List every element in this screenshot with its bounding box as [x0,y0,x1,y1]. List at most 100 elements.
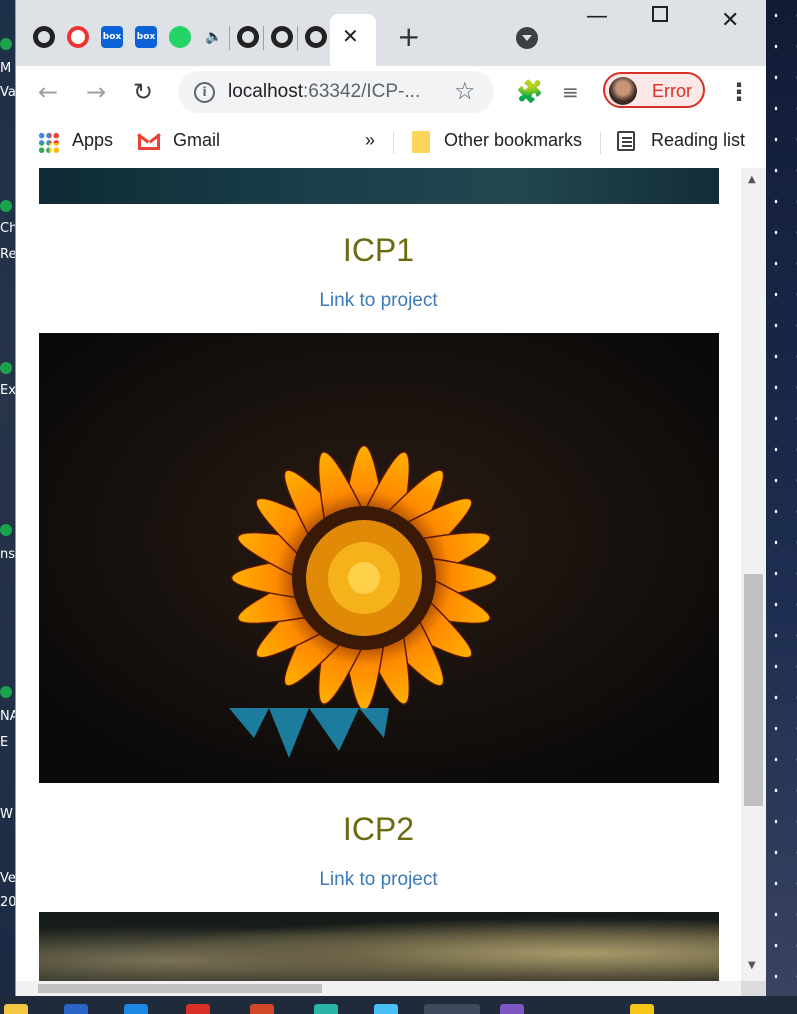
url-path: :63342/ICP-... [303,81,421,102]
desktop-label: Vel [0,871,15,886]
desktop-label: Ch [0,221,15,236]
avatar [609,77,637,105]
taskbar-app-icon[interactable] [64,1004,88,1014]
flower-illustration [39,333,719,783]
bookmarks-bar: Apps Gmail » Other bookmarks Reading lis… [16,120,766,169]
speaker-icon: 🔈 [205,29,223,45]
kebab-menu-icon[interactable]: ⋮ [727,78,751,106]
scroll-up-arrow-icon[interactable]: ▲ [748,174,756,185]
bookmark-apps[interactable]: Apps [72,130,113,151]
desktop-label: E [0,735,9,750]
profile-button[interactable]: Error [603,72,705,108]
browser-window: box box 🔈 ✕ + — ✕ ← → ↻ i localhost:6334… [15,0,766,996]
url-text: localhost:63342/ICP-... [228,81,420,103]
profile-error-label: Error [652,81,692,101]
maximize-button[interactable] [652,6,668,22]
new-tab-button[interactable]: + [397,20,420,53]
sync-check-icon [0,524,12,536]
bookmark-gmail[interactable]: Gmail [173,130,220,151]
bookmark-separator [600,132,601,154]
tab-search-button[interactable] [516,27,538,49]
tab-github[interactable] [300,14,328,66]
tab-github[interactable] [28,14,56,66]
tab-audio[interactable]: 🔈 [198,14,226,66]
taskbar-app-icon[interactable] [630,1004,654,1014]
scroll-down-arrow-icon[interactable]: ▼ [748,960,756,971]
gmail-taskbar-icon[interactable] [186,1004,210,1014]
project-image [39,912,719,981]
vertical-scrollbar[interactable]: ▲ ▼ [741,168,766,981]
folder-icon [412,131,430,153]
project-title: ICP2 [342,811,415,847]
reload-button[interactable]: ↻ [133,78,153,106]
desktop-label: Va [0,85,15,100]
vertical-scroll-thumb[interactable] [744,574,763,806]
box-icon: box [101,26,123,48]
sync-check-icon [0,200,12,212]
address-bar[interactable]: i localhost:63342/ICP-... ☆ [178,71,494,113]
extensions-puzzle-icon[interactable]: 🧩 [516,80,543,105]
whatsapp-icon [169,26,191,48]
tab-box[interactable]: box [96,14,124,66]
file-explorer-icon[interactable] [4,1004,28,1014]
bookmarks-overflow-button[interactable]: » [365,130,375,151]
sync-check-icon [0,686,12,698]
desktop-label: ns [0,547,15,562]
tab-github[interactable] [232,14,260,66]
media-queue-icon[interactable]: ≡ [562,80,579,104]
bookmark-reading-list[interactable]: Reading list [651,130,745,151]
horizontal-scrollbar[interactable] [16,981,741,996]
forward-button[interactable]: → [86,78,106,106]
tab-separator [297,26,298,50]
tab-box[interactable]: box [130,14,158,66]
desktop-left-edge: M Va Ch Re Ex ns NA E W Vel 20 [0,0,15,1014]
bookmark-star-icon[interactable]: ☆ [454,77,476,105]
desktop-label: Re [0,247,15,262]
github-icon [305,26,327,48]
desktop-label: 20 [0,895,15,910]
tab-strip: box box 🔈 ✕ + — ✕ [16,0,766,66]
info-icon[interactable]: i [194,82,215,103]
tab-github[interactable] [266,14,294,66]
lifering-icon [67,26,89,48]
close-tab-icon[interactable]: ✕ [342,24,359,48]
chrome-taskbar-icon[interactable] [424,1004,480,1014]
project-image-flower [39,333,719,783]
project-title: ICP1 [342,232,415,268]
project-link[interactable]: Link to project [16,869,741,891]
apps-grid-icon [38,132,60,154]
tab-whatsapp[interactable] [164,14,192,66]
tab-separator [229,26,230,50]
horizontal-scroll-thumb[interactable] [38,984,322,993]
browser-toolbar: ← → ↻ i localhost:63342/ICP-... ☆ 🧩 ≡ Er… [16,66,766,120]
window-close-button[interactable]: ✕ [721,8,739,33]
taskbar-app-icon[interactable] [500,1004,524,1014]
desktop-label: Ex [0,383,15,398]
desktop-label: W [0,807,13,822]
desktop-wallpaper [765,0,797,1014]
gmail-icon [138,134,160,150]
tab-separator [263,26,264,50]
sync-check-icon [0,362,12,374]
bookmark-other[interactable]: Other bookmarks [444,130,582,151]
minimize-button[interactable]: — [586,4,608,29]
scroll-corner [741,981,766,996]
desktop-label: NA [0,709,15,724]
page-viewport: ICP1 Link to project ICP2 Link to projec… [16,168,741,981]
project-link[interactable]: Link to project [16,290,741,312]
reading-list-icon [617,131,635,151]
tab-lifering[interactable] [62,14,90,66]
taskbar-app-icon[interactable] [374,1004,398,1014]
taskbar-app-icon[interactable] [250,1004,274,1014]
taskbar [0,996,797,1014]
sync-check-icon [0,38,12,50]
taskbar-app-icon[interactable] [314,1004,338,1014]
taskbar-app-icon[interactable] [124,1004,148,1014]
box-icon: box [135,26,157,48]
project-image [39,168,719,204]
desktop-label: M [0,61,12,76]
github-icon [271,26,293,48]
active-tab[interactable]: ✕ [330,14,376,66]
bookmark-separator [393,132,394,154]
back-button[interactable]: ← [38,78,58,106]
